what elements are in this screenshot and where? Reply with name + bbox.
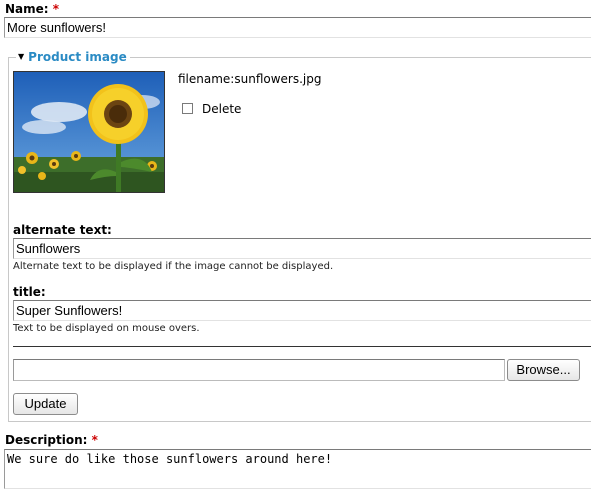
title-input[interactable]: Super Sunflowers! (13, 300, 591, 321)
delete-label[interactable]: Delete (202, 102, 241, 116)
required-marker: * (91, 433, 98, 447)
alt-text-label: alternate text: (13, 223, 112, 237)
alt-text-help: Alternate text to be displayed if the im… (13, 261, 334, 272)
update-button[interactable]: Update (13, 393, 78, 415)
product-image-legend[interactable]: ▼ Product image (16, 50, 130, 64)
name-input[interactable]: More sunflowers! (4, 17, 591, 38)
name-label: Name: * (5, 2, 60, 16)
filename-text: filename:sunflowers.jpg (178, 72, 322, 86)
file-path-input[interactable] (13, 359, 505, 381)
collapse-triangle-icon[interactable]: ▼ (18, 52, 24, 61)
alt-text-input[interactable]: Sunflowers (13, 238, 591, 259)
title-help: Text to be displayed on mouse overs. (13, 323, 200, 334)
description-label: Description: * (5, 433, 98, 447)
delete-checkbox[interactable] (182, 103, 193, 114)
title-label: title: (13, 285, 46, 299)
browse-button[interactable]: Browse... (507, 359, 580, 381)
description-textarea[interactable]: We sure do like those sunflowers around … (4, 449, 591, 489)
divider (13, 346, 591, 347)
sunflower-thumbnail (13, 71, 165, 193)
required-marker: * (52, 2, 60, 16)
